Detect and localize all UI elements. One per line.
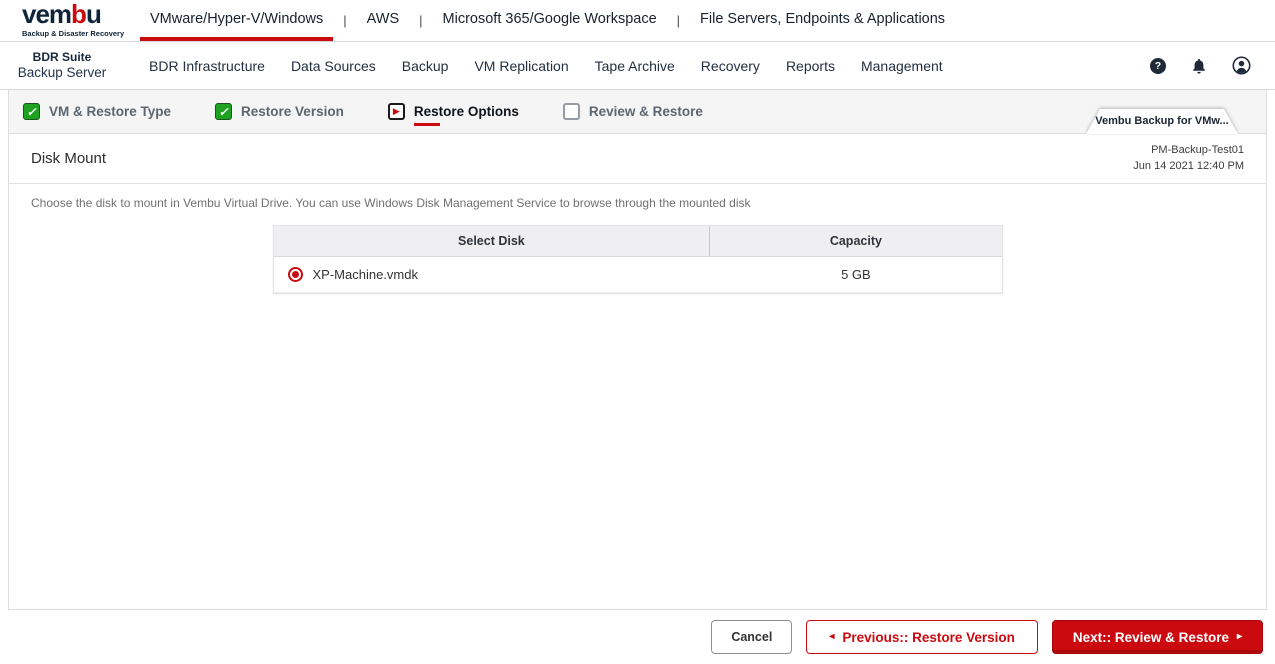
- wizard-actions: Cancel ◂ Previous:: Restore Version Next…: [0, 610, 1275, 664]
- previous-button-label: Previous:: Restore Version: [842, 629, 1015, 645]
- nav-icons: ?: [1150, 56, 1275, 75]
- step-label: Review & Restore: [588, 104, 703, 119]
- play-icon: ▶: [387, 103, 405, 120]
- bdr-suite-home[interactable]: BDR Suite Backup Server: [0, 50, 124, 82]
- page-title: Disk Mount: [31, 150, 107, 167]
- restore-wizard-card: ✓ VM & Restore Type ✓ Restore Version ▶ …: [8, 90, 1267, 610]
- backup-meta: PM-Backup-Test01 Jun 14 2021 12:40 PM: [1133, 143, 1244, 174]
- product-tab-vmware-hyperv-windows[interactable]: VMware/Hyper-V/Windows: [140, 0, 334, 41]
- step-label: VM & Restore Type: [49, 104, 172, 119]
- vembu-logo[interactable]: vembu Backup & Disaster Recovery: [22, 0, 134, 41]
- suite-subtitle: Backup Server: [17, 64, 107, 80]
- menu-item-management[interactable]: Management: [848, 58, 956, 74]
- table-header-row: Select Disk Capacity: [273, 226, 1002, 257]
- product-tabs: VMware/Hyper-V/Windows | AWS | Microsoft…: [140, 0, 955, 41]
- logo-tagline: Backup & Disaster Recovery: [22, 28, 125, 38]
- table-row: XP-Machine.vmdk 5 GB: [273, 257, 1002, 293]
- backup-timestamp: Jun 14 2021 12:40 PM: [1133, 159, 1244, 172]
- capacity-cell: 5 GB: [841, 267, 871, 282]
- notifications-icon[interactable]: [1190, 57, 1208, 75]
- wizard-step-vm-restore-type[interactable]: ✓ VM & Restore Type: [23, 103, 171, 120]
- cancel-button[interactable]: Cancel: [711, 620, 793, 654]
- column-header-capacity: Capacity: [829, 234, 882, 248]
- help-glyph: ?: [1150, 57, 1166, 74]
- main-nav: BDR Suite Backup Server BDR Infrastructu…: [0, 42, 1275, 90]
- step-label: Restore Options: [413, 104, 519, 126]
- product-tab-fileservers-endpoints[interactable]: File Servers, Endpoints & Applications: [690, 0, 955, 41]
- top-header: vembu Backup & Disaster Recovery VMware/…: [0, 0, 1275, 42]
- logo-wordmark: vembu: [22, 0, 102, 30]
- menu-item-reports[interactable]: Reports: [773, 58, 848, 74]
- suite-title: BDR Suite: [32, 49, 92, 64]
- product-tab-microsoft365-google[interactable]: Microsoft 365/Google Workspace: [433, 0, 667, 41]
- check-icon: ✓: [23, 103, 40, 120]
- tab-separator: |: [676, 13, 681, 28]
- wizard-step-restore-options[interactable]: ▶ Restore Options: [387, 103, 519, 126]
- wizard-step-restore-version[interactable]: ✓ Restore Version: [215, 103, 344, 120]
- menu-item-bdr-infrastructure[interactable]: BDR Infrastructure: [136, 58, 278, 74]
- help-icon[interactable]: ?: [1150, 57, 1166, 74]
- right-arrow-icon: ▸: [1236, 631, 1242, 642]
- tab-separator: |: [343, 13, 347, 28]
- check-icon: ✓: [215, 103, 233, 120]
- menu-item-backup[interactable]: Backup: [389, 58, 462, 74]
- product-tab-aws[interactable]: AWS: [357, 0, 410, 41]
- backup-name: PM-Backup-Test01: [1151, 144, 1244, 157]
- page-description: Choose the disk to mount in Vembu Virtua…: [31, 196, 751, 210]
- previous-button[interactable]: ◂ Previous:: Restore Version: [806, 620, 1038, 654]
- bell-icon: [1193, 58, 1205, 74]
- wizard-step-review-restore[interactable]: Review & Restore: [562, 103, 703, 120]
- disk-name: XP-Machine.vmdk: [312, 267, 418, 282]
- column-header-select-disk: Select Disk: [274, 226, 711, 256]
- next-button-label: Next:: Review & Restore: [1072, 629, 1229, 645]
- radio-dot: [291, 271, 299, 278]
- context-tab-wrap: Vembu Backup for VMw...: [1086, 109, 1238, 134]
- step-label: Restore Version: [241, 104, 344, 119]
- user-avatar-icon: [1232, 56, 1251, 75]
- menu-item-data-sources[interactable]: Data Sources: [278, 58, 389, 74]
- wizard-steps: ✓ VM & Restore Type ✓ Restore Version ▶ …: [23, 103, 703, 126]
- menu-item-vm-replication[interactable]: VM Replication: [461, 58, 581, 74]
- menu-item-tape-archive[interactable]: Tape Archive: [582, 58, 688, 74]
- left-arrow-icon: ◂: [829, 631, 835, 642]
- account-icon[interactable]: [1232, 56, 1251, 75]
- tab-separator: |: [419, 13, 423, 28]
- main-menu: BDR Infrastructure Data Sources Backup V…: [136, 58, 956, 74]
- page-content: Choose the disk to mount in Vembu Virtua…: [9, 184, 1266, 609]
- next-button[interactable]: Next:: Review & Restore ▸: [1051, 620, 1263, 654]
- disk-radio-selected[interactable]: [287, 267, 303, 282]
- disk-selection-table: Select Disk Capacity XP-Machine.vmdk 5 G…: [272, 225, 1003, 294]
- page-header: Disk Mount PM-Backup-Test01 Jun 14 2021 …: [9, 134, 1266, 184]
- menu-item-recovery[interactable]: Recovery: [688, 58, 773, 74]
- empty-checkbox-icon: [562, 103, 580, 120]
- disk-cell: XP-Machine.vmdk: [274, 257, 711, 292]
- backup-context-tab[interactable]: Vembu Backup for VMw...: [1086, 109, 1238, 134]
- wizard-steps-bar: ✓ VM & Restore Type ✓ Restore Version ▶ …: [9, 90, 1266, 134]
